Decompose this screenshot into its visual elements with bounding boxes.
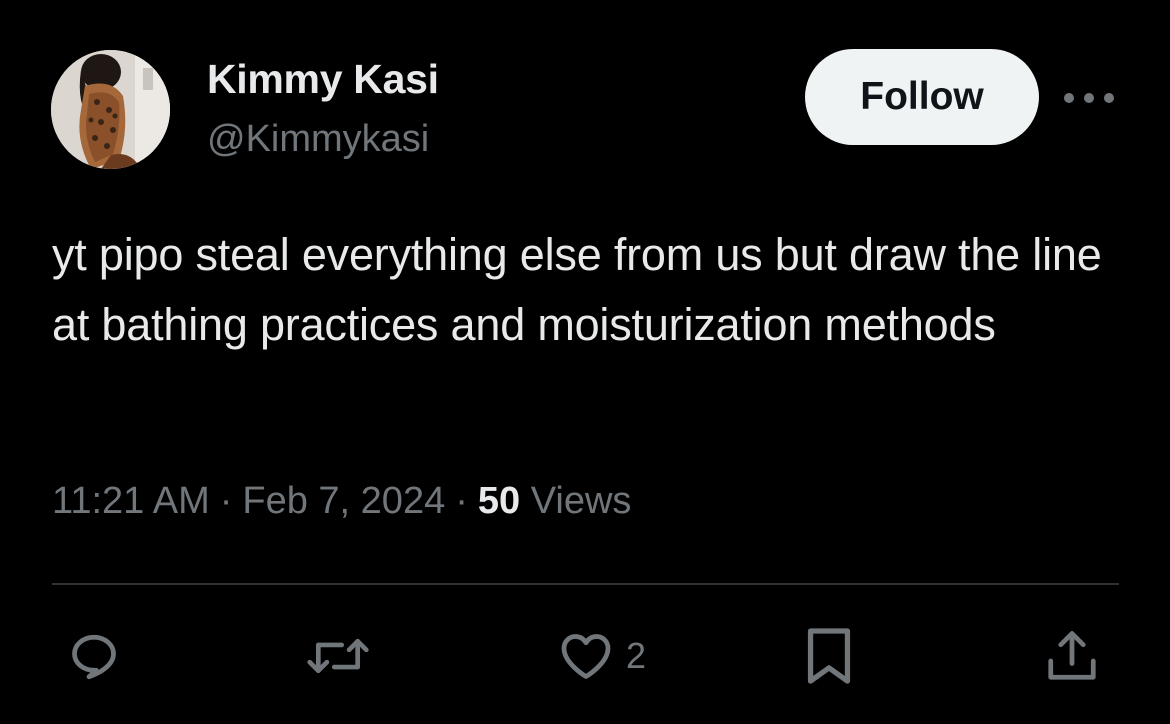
heart-icon bbox=[561, 634, 611, 679]
follow-button[interactable]: Follow bbox=[805, 49, 1039, 145]
author-handle[interactable]: @Kimmykasi bbox=[207, 118, 429, 161]
retweet-button[interactable] bbox=[306, 624, 370, 688]
bookmark-button[interactable] bbox=[800, 624, 858, 688]
tweet-time[interactable]: 11:21 AM bbox=[52, 480, 210, 522]
tweet-text: yt pipo steal everything else from us bu… bbox=[52, 229, 1102, 350]
retweet-icon bbox=[307, 638, 369, 674]
tweet-date[interactable]: Feb 7, 2024 bbox=[242, 480, 445, 522]
views-count: 50 bbox=[477, 480, 521, 522]
tweet-metadata: 11:21 AM · Feb 7, 2024 · 50 Views bbox=[52, 480, 631, 523]
meta-separator: · bbox=[219, 480, 233, 522]
bookmark-icon bbox=[807, 628, 851, 684]
share-icon bbox=[1048, 631, 1096, 680]
like-button[interactable]: 2 bbox=[556, 624, 646, 688]
like-count: 2 bbox=[626, 635, 647, 676]
tweet-card: Kimmy Kasi @Kimmykasi Follow yt pipo ste… bbox=[0, 0, 1170, 724]
more-dot bbox=[1064, 93, 1074, 103]
meta-separator: · bbox=[455, 480, 468, 522]
more-horizontal-icon[interactable] bbox=[1064, 88, 1114, 108]
more-dot bbox=[1084, 93, 1094, 103]
share-button[interactable] bbox=[1042, 624, 1102, 688]
avatar-image bbox=[51, 50, 170, 169]
more-dot bbox=[1104, 93, 1114, 103]
reply-icon bbox=[72, 634, 116, 680]
author-display-name[interactable]: Kimmy Kasi bbox=[207, 56, 439, 103]
avatar[interactable] bbox=[51, 50, 170, 169]
reply-button[interactable] bbox=[64, 624, 124, 688]
divider bbox=[52, 583, 1119, 585]
views-label: Views bbox=[530, 480, 632, 522]
